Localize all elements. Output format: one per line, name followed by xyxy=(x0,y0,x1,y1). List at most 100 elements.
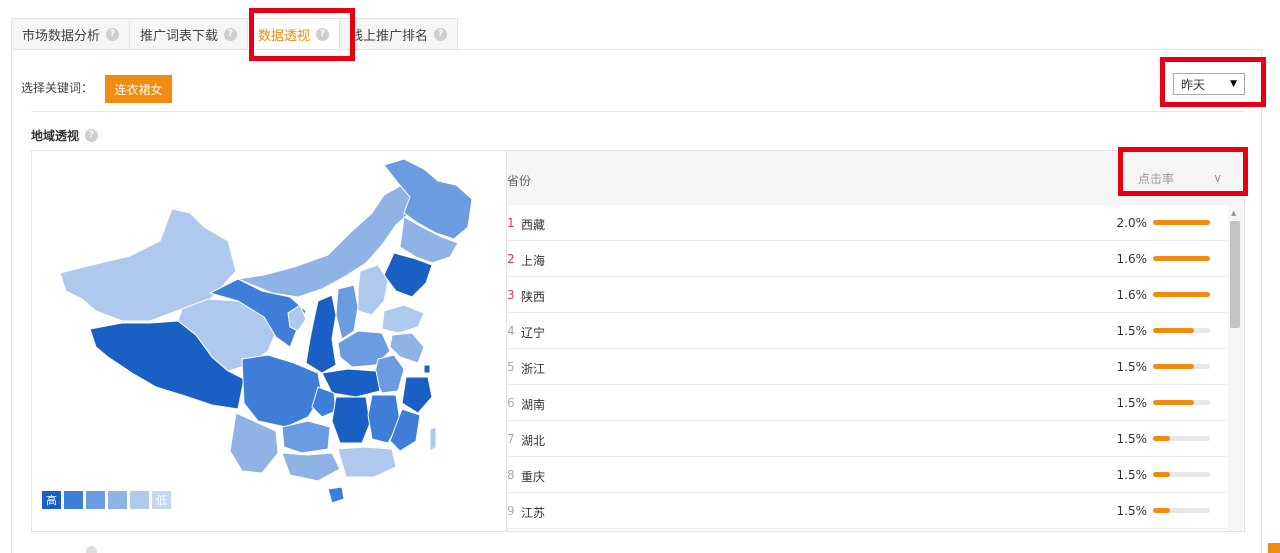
date-select-value: 昨天 xyxy=(1181,77,1206,92)
tab-label: 推广词表下载 xyxy=(140,28,219,44)
metric-bar xyxy=(1153,220,1210,225)
rank-number: 2 xyxy=(507,252,515,266)
china-map-panel: 高 低 xyxy=(31,150,507,532)
province-name: 上海 xyxy=(521,254,546,268)
province-name: 陕西 xyxy=(521,290,546,304)
legend-level-2 xyxy=(64,491,83,509)
province-name: 湖北 xyxy=(521,434,546,448)
province-hunan[interactable] xyxy=(331,396,371,444)
legend-level-4 xyxy=(108,491,127,509)
table-row[interactable]: 7 湖北 1.5% xyxy=(507,421,1227,457)
rank-number: 8 xyxy=(507,468,515,482)
scrollbar-thumb[interactable] xyxy=(1230,221,1240,328)
province-shaanxi[interactable] xyxy=(305,294,337,374)
province-name: 重庆 xyxy=(521,470,546,484)
province-name: 湖南 xyxy=(521,398,546,412)
help-icon[interactable]: ? xyxy=(85,129,99,142)
province-guangdong[interactable] xyxy=(337,446,397,478)
metric-bar xyxy=(1153,436,1210,441)
tab-label: 市场数据分析 xyxy=(22,28,101,44)
table-row[interactable]: 5 浙江 1.5% xyxy=(507,349,1227,385)
rank-number: 7 xyxy=(507,432,515,446)
province-guangxi[interactable] xyxy=(281,452,341,482)
province-hainan[interactable] xyxy=(327,486,345,504)
table-row[interactable]: 8 重庆 1.5% xyxy=(507,457,1227,493)
rank-number: 4 xyxy=(507,324,515,338)
metric-bar xyxy=(1153,400,1210,405)
table-row[interactable]: 2 上海 1.6% xyxy=(507,241,1227,277)
province-name: 浙江 xyxy=(521,362,546,376)
metric-value: 1.6% xyxy=(1116,288,1148,302)
metric-value: 2.0% xyxy=(1116,216,1148,230)
rank-number: 6 xyxy=(507,396,515,410)
chevron-down-icon: ∨ xyxy=(1213,171,1222,185)
rank-number: 9 xyxy=(507,504,515,518)
province-shanxi[interactable] xyxy=(335,284,359,340)
table-row[interactable]: 3 陕西 1.6% xyxy=(507,277,1227,313)
table-row[interactable]: 6 湖南 1.5% xyxy=(507,385,1227,421)
keyword-button[interactable]: 连衣裙女 xyxy=(105,75,172,103)
help-icon[interactable]: ? xyxy=(224,27,238,41)
metric-value: 1.5% xyxy=(1116,324,1148,338)
tab-market-data[interactable]: 市场数据分析 ? xyxy=(11,18,131,50)
section-title: 地域透视 ? xyxy=(31,127,99,144)
help-icon[interactable]: ? xyxy=(316,27,330,41)
tab-keyword-download[interactable]: 推广词表下载 ? xyxy=(129,18,249,50)
table-header: 省份 点击率 ∨ xyxy=(507,151,1244,205)
metric-value: 1.5% xyxy=(1116,504,1148,518)
metric-bar-fill xyxy=(1153,436,1171,441)
page-root: 市场数据分析 ? 推广词表下载 ? 数据透视 ? 线上推广排名 ? 选择关键词：… xyxy=(0,0,1280,553)
help-icon[interactable] xyxy=(86,546,97,553)
table-row[interactable]: 9 江苏 1.5% xyxy=(507,493,1227,529)
help-icon[interactable]: ? xyxy=(434,27,448,41)
table-body: 1 西藏 2.0% 2 上海 1.6% 3 陕西 1.6% 4 辽宁 1.5% 5 浙江 1.5% 6 湖南 1.… xyxy=(507,205,1227,529)
province-shanghai[interactable] xyxy=(423,364,431,374)
map-legend: 高 低 xyxy=(42,491,171,509)
province-column-header: 省份 xyxy=(507,174,532,188)
metric-label: 点击率 xyxy=(1138,171,1175,186)
province-name: 西藏 xyxy=(521,218,546,232)
metric-sort-dropdown[interactable]: 点击率 ∨ xyxy=(1118,163,1230,193)
metric-value: 1.5% xyxy=(1116,468,1148,482)
metric-value: 1.5% xyxy=(1116,432,1148,446)
metric-bar-fill xyxy=(1153,256,1210,261)
metric-bar-fill xyxy=(1153,400,1195,405)
metric-bar-fill xyxy=(1153,508,1171,513)
metric-bar xyxy=(1153,472,1210,477)
legend-level-3 xyxy=(86,491,105,509)
keyword-label: 选择关键词： xyxy=(21,81,94,95)
province-taiwan[interactable] xyxy=(429,426,437,452)
tab-data-pivot[interactable]: 数据透视 ? xyxy=(247,18,341,50)
metric-bar-fill xyxy=(1153,220,1210,225)
rank-number: 1 xyxy=(507,216,515,230)
metric-bar-fill xyxy=(1153,292,1210,297)
province-hebei[interactable] xyxy=(357,264,389,316)
province-zhejiang[interactable] xyxy=(401,376,433,414)
tab-bar: 市场数据分析 ? 推广词表下载 ? 数据透视 ? 线上推广排名 ? xyxy=(11,18,459,50)
side-feedback-tab[interactable] xyxy=(1268,543,1280,553)
section-title-text: 地域透视 xyxy=(31,129,80,143)
help-icon[interactable]: ? xyxy=(106,27,120,41)
date-select[interactable]: 昨天 ▼ xyxy=(1173,73,1245,95)
dropdown-arrow-icon: ▼ xyxy=(1230,79,1237,89)
rank-number: 3 xyxy=(507,288,515,302)
metric-bar xyxy=(1153,256,1210,261)
metric-value: 1.5% xyxy=(1116,360,1148,374)
table-row[interactable]: 4 辽宁 1.5% xyxy=(507,313,1227,349)
scroll-up-icon[interactable]: ▲ xyxy=(1231,209,1236,217)
legend-low: 低 xyxy=(152,491,171,509)
table-row[interactable]: 1 西藏 2.0% xyxy=(507,205,1227,241)
legend-high: 高 xyxy=(42,491,61,509)
province-name: 江苏 xyxy=(521,506,546,520)
divider xyxy=(31,111,1245,112)
metric-bar-fill xyxy=(1153,364,1195,369)
tab-label: 数据透视 xyxy=(258,28,311,44)
tab-online-ranking[interactable]: 线上推广排名 ? xyxy=(339,18,459,50)
metric-value: 1.6% xyxy=(1116,252,1148,266)
metric-bar-fill xyxy=(1153,328,1195,333)
province-guizhou[interactable] xyxy=(281,420,331,454)
province-shandong[interactable] xyxy=(381,304,425,334)
table-scrollbar[interactable]: ▲ xyxy=(1228,205,1242,531)
metric-bar xyxy=(1153,292,1210,297)
metric-bar-fill xyxy=(1153,472,1171,477)
